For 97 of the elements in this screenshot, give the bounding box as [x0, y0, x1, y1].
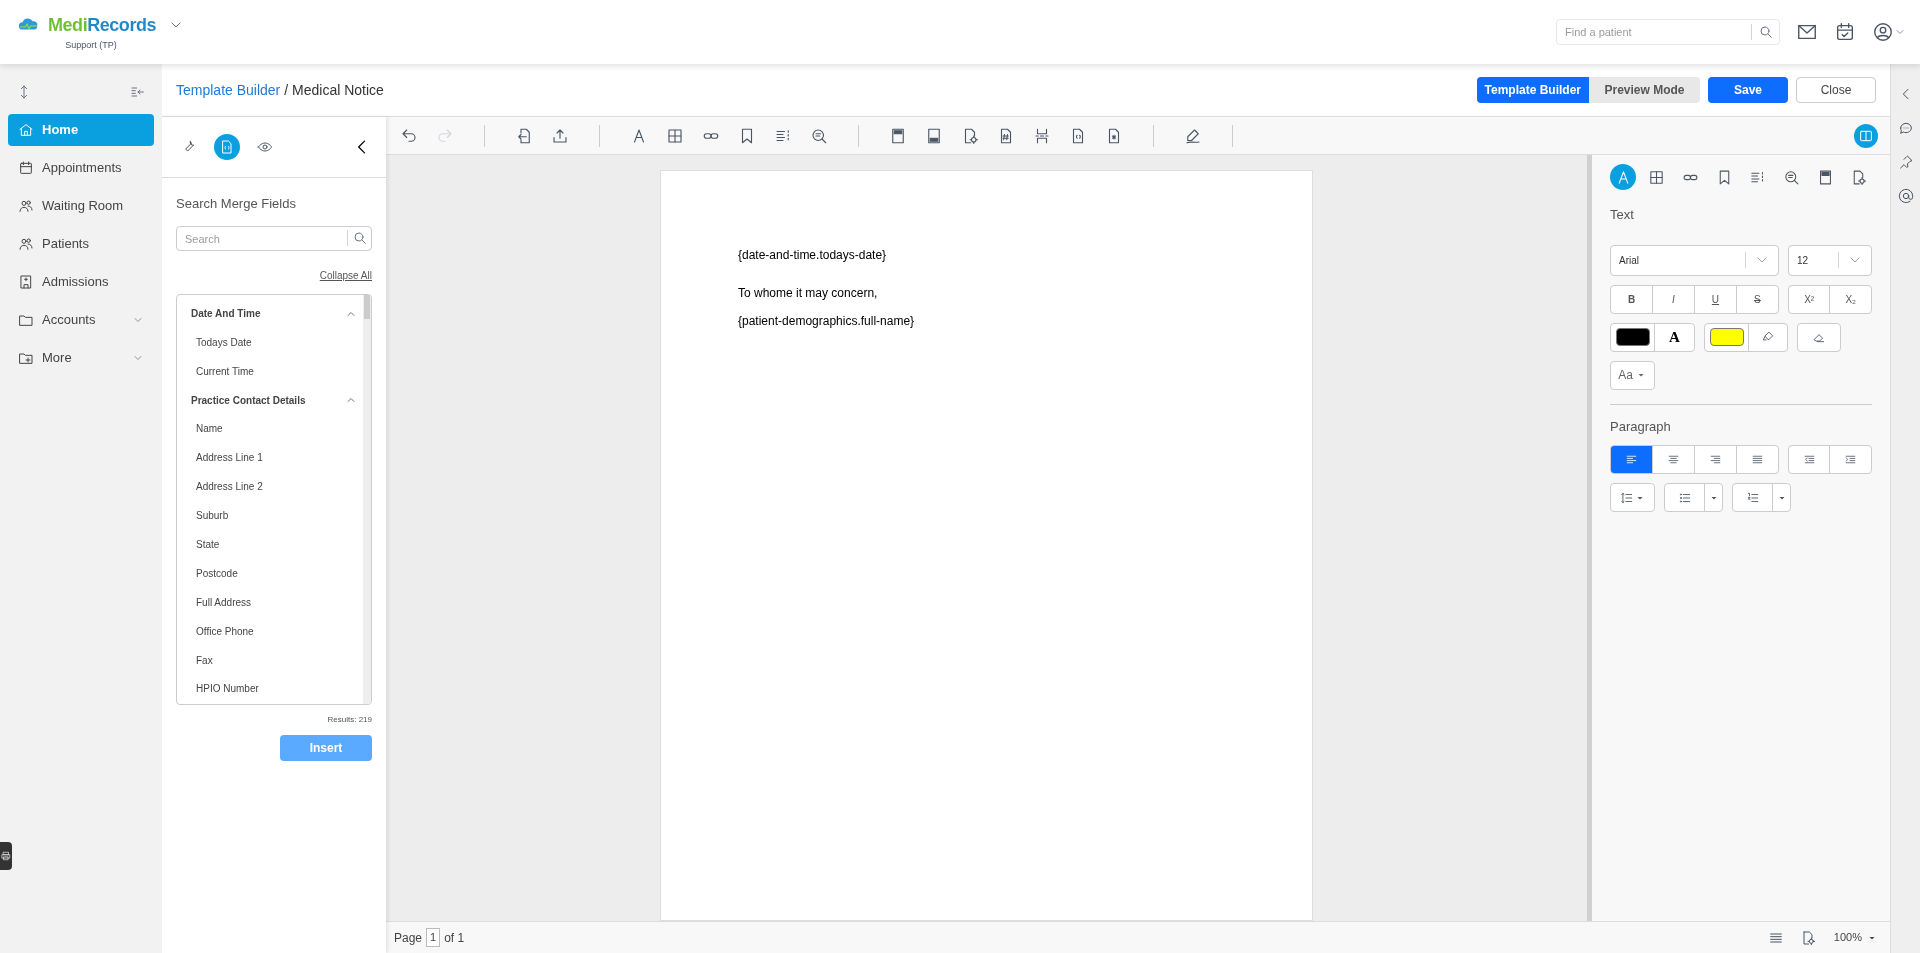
merge-field-item[interactable]: Current Time: [191, 356, 357, 386]
highlighter-icon: [1761, 330, 1775, 344]
search-icon[interactable]: [352, 229, 368, 246]
nav-icon: [18, 160, 34, 176]
nav-icon: [18, 350, 34, 366]
nav-item[interactable]: Patients: [8, 228, 154, 260]
printer-icon: [1, 851, 11, 861]
format-button[interactable]: I: [1652, 285, 1694, 313]
size-select[interactable]: 12: [1787, 244, 1872, 276]
find-icon: [1783, 168, 1800, 186]
font-select[interactable]: Arial: [1610, 244, 1779, 276]
import-icon[interactable]: [515, 126, 533, 145]
format-button[interactable]: B: [1611, 285, 1652, 313]
organization-label: Support (TP): [65, 38, 117, 52]
find-icon[interactable]: [810, 126, 828, 145]
nav-item[interactable]: Appointments: [8, 152, 154, 184]
merge-field-item[interactable]: Address Line 1: [191, 443, 357, 473]
section-heading: Paragraph: [1610, 417, 1672, 436]
outdent-icon: [1802, 453, 1816, 466]
zoom-select[interactable]: 100%: [1833, 929, 1878, 946]
user-menu[interactable]: [1872, 21, 1906, 43]
scrollbar[interactable]: [363, 294, 371, 704]
scroll-thumb[interactable]: [364, 294, 370, 319]
nav-item[interactable]: Waiting Room: [8, 190, 154, 222]
line-spacing-button[interactable]: [1610, 483, 1655, 512]
page-label: Page: [394, 929, 423, 947]
nav-item[interactable]: More: [8, 342, 154, 374]
footer-icon[interactable]: [925, 126, 943, 145]
group-header[interactable]: Date And Time: [191, 299, 357, 328]
search-icon[interactable]: [1758, 24, 1774, 40]
panel-tab[interactable]: [214, 134, 240, 160]
section-heading: Text: [1610, 206, 1635, 224]
header-icon[interactable]: [889, 126, 907, 145]
save-button[interactable]: Save: [1708, 77, 1788, 103]
document-paragraph: To whome it may concern,: [738, 285, 879, 302]
merge-search-field[interactable]: Search: [176, 226, 372, 251]
merge-field-item[interactable]: Full Address: [191, 587, 357, 617]
eye-icon: [257, 139, 273, 155]
merge-field-item[interactable]: State: [191, 529, 357, 559]
collapse-sidebar-icon[interactable]: [130, 84, 146, 100]
align-left-icon: [1625, 453, 1638, 466]
bullet-list-icon: [1677, 490, 1692, 505]
group-header[interactable]: Practice Contact Details: [191, 385, 357, 415]
close-button[interactable]: Close: [1796, 77, 1876, 103]
format-button[interactable]: X²: [1788, 285, 1830, 313]
patient-search-field[interactable]: Find a patient: [1556, 19, 1780, 45]
panel-heading: Search Merge Fields: [176, 195, 297, 213]
nav-icon: [18, 274, 34, 290]
merge-field-item[interactable]: Address Line 2: [191, 472, 357, 501]
align-right-icon: [1708, 453, 1722, 466]
format-button[interactable]: S: [1735, 285, 1778, 313]
document-icon: [219, 139, 235, 155]
merge-field-item[interactable]: Office Phone: [191, 616, 357, 646]
page-break-icon[interactable]: [1033, 126, 1051, 145]
feedback-tab[interactable]: [0, 842, 12, 870]
justify-icon: [1750, 453, 1764, 466]
undo-icon[interactable]: [400, 126, 418, 145]
document-paragraph: {patient-demographics.full-name}: [738, 313, 916, 330]
alignment-button[interactable]: [1611, 446, 1652, 473]
user-icon: [1872, 21, 1894, 43]
breadcrumb-link[interactable]: Template Builder: [176, 79, 281, 101]
format-button[interactable]: U: [1693, 285, 1736, 313]
merge-field-item[interactable]: Todays Date: [191, 327, 357, 357]
merge-field-item[interactable]: HPIO Number: [191, 674, 357, 704]
nav-item[interactable]: Admissions: [8, 266, 154, 298]
merge-field-item[interactable]: Fax: [191, 645, 357, 675]
nav-icon: [18, 312, 34, 328]
table-icon: [1648, 168, 1666, 186]
format-button[interactable]: X₂: [1829, 285, 1871, 313]
calendar-icon[interactable]: [1834, 21, 1856, 43]
nav-icon: [18, 198, 34, 214]
merge-field-item[interactable]: Suburb: [191, 501, 357, 530]
page-total: of 1: [444, 929, 465, 947]
nav-icon: [18, 122, 34, 138]
nav-item[interactable]: Accounts: [8, 304, 154, 336]
pin-icon[interactable]: [1897, 154, 1914, 170]
align-center-icon: [1666, 453, 1680, 466]
page-title: / Medical Notice: [284, 80, 384, 100]
results-count: Results: 219: [327, 713, 372, 726]
merge-field-item[interactable]: Name: [191, 414, 357, 444]
font-color-button[interactable]: A: [1654, 323, 1694, 351]
page-number-field[interactable]: 1: [426, 928, 441, 947]
mode-tab[interactable]: Preview Mode: [1589, 77, 1700, 103]
signature-icon[interactable]: [1184, 126, 1202, 145]
numbered-list-icon: [1745, 490, 1760, 505]
merge-field-item[interactable]: Postcode: [191, 558, 357, 588]
mention-icon[interactable]: [1897, 188, 1914, 204]
table-icon[interactable]: [666, 126, 684, 145]
mode-tab[interactable]: Template Builder: [1476, 77, 1589, 103]
nav-icon: [18, 236, 34, 252]
indent-icon: [1844, 453, 1858, 466]
line-spacing-icon: [1619, 490, 1634, 505]
document-paragraph: {date-and-time.todays-date}: [738, 247, 888, 264]
collapse-all-link[interactable]: Collapse All: [319, 267, 372, 283]
panel-toggle-button[interactable]: [1854, 123, 1878, 148]
text-case-button[interactable]: Aa: [1610, 360, 1655, 390]
chat-icon[interactable]: [1897, 120, 1914, 136]
